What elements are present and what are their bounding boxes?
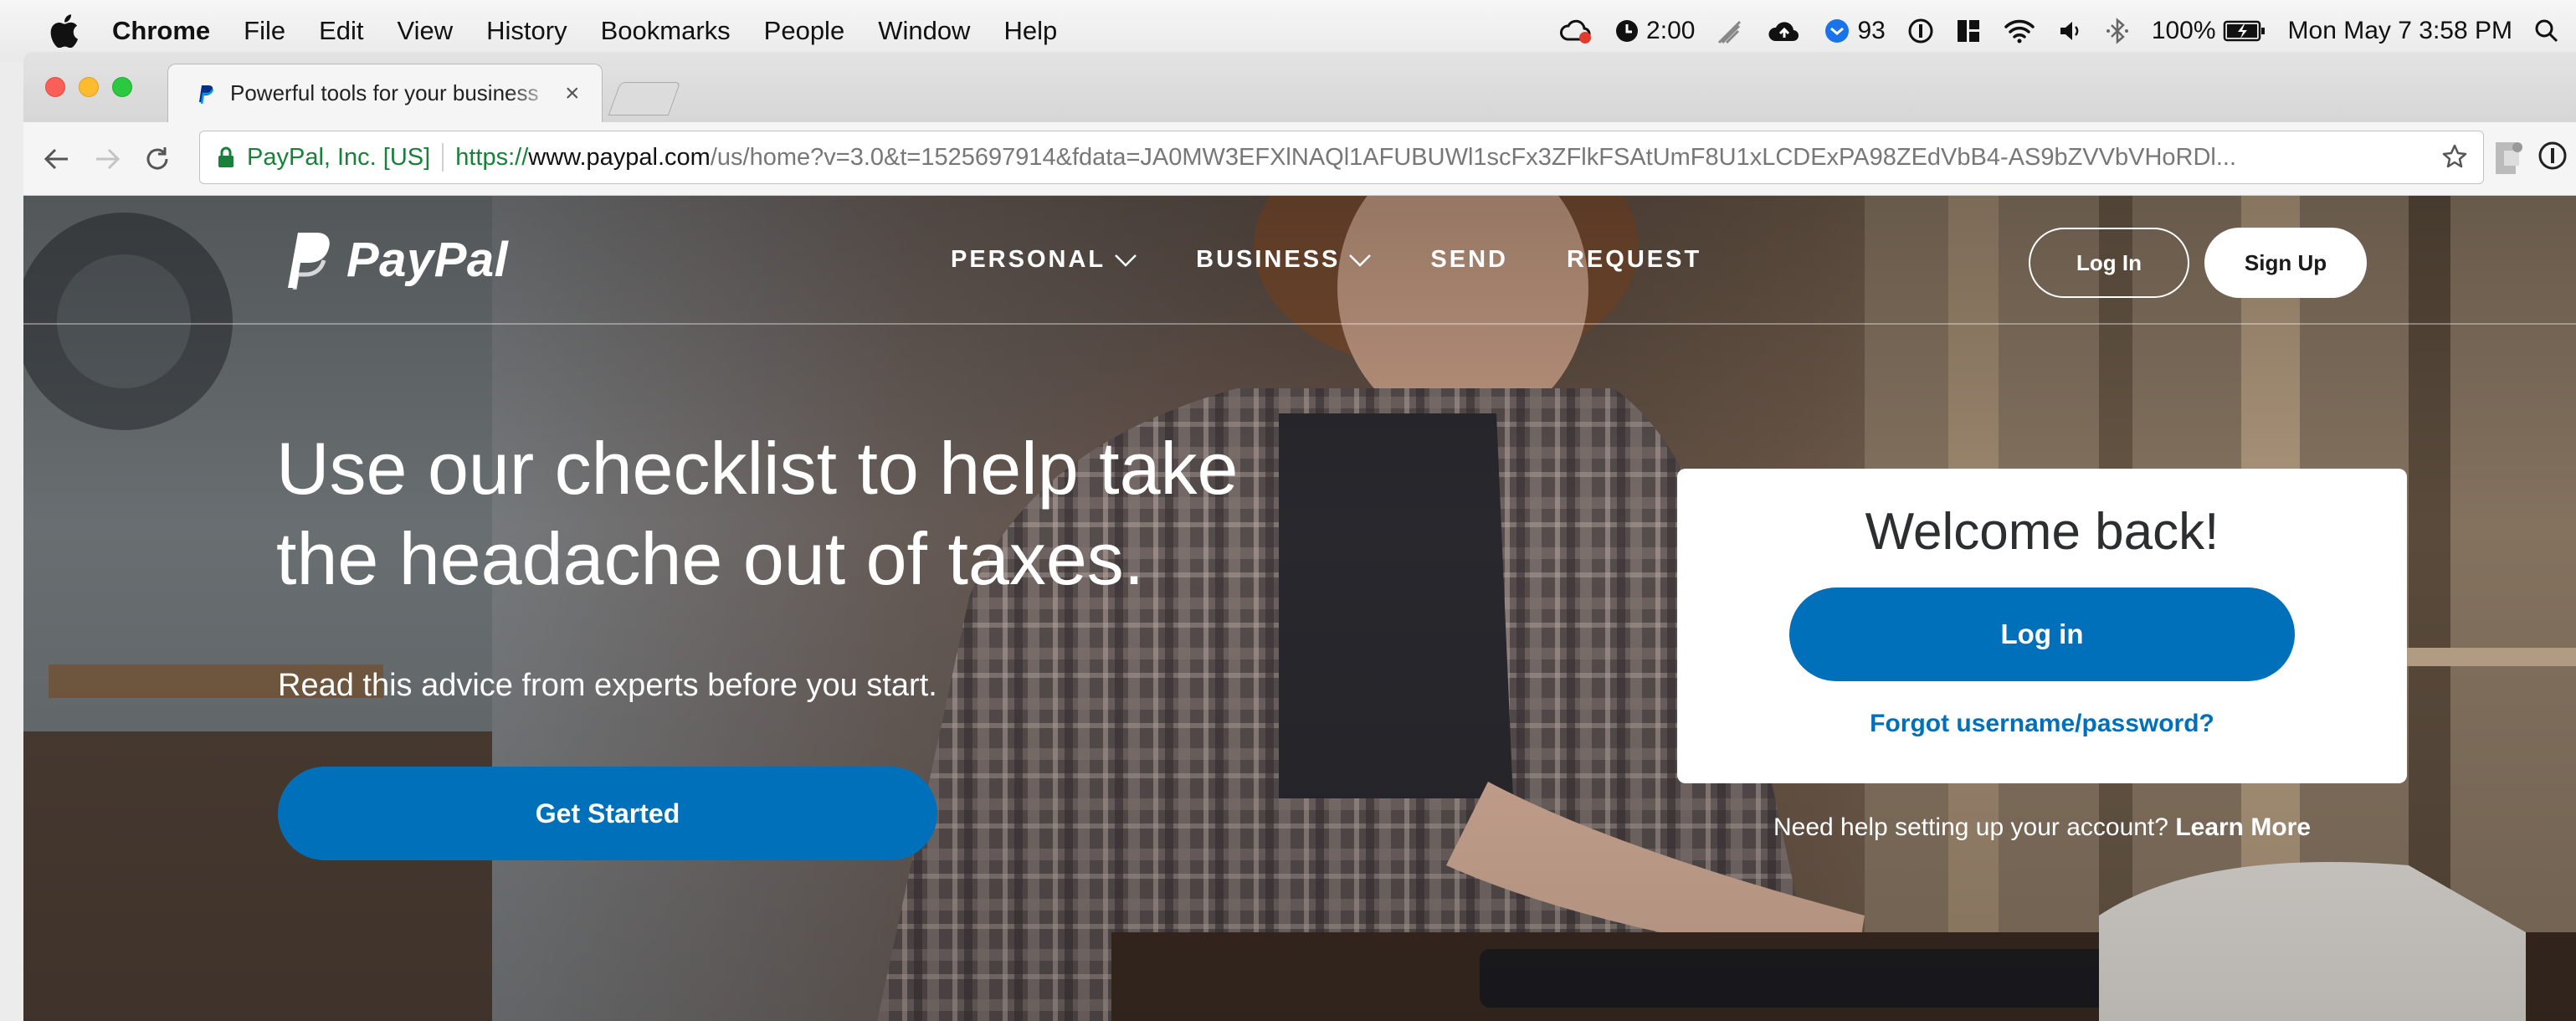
tab-paypal[interactable]: Powerful tools for your business × bbox=[167, 64, 603, 122]
nav-personal-label: PERSONAL bbox=[951, 246, 1106, 273]
hero-title-line-1: Use our checklist to help take bbox=[276, 427, 1239, 510]
menu-bookmarks[interactable]: Bookmarks bbox=[601, 16, 731, 46]
header-login-button[interactable]: Log In bbox=[2029, 228, 2189, 298]
back-button[interactable] bbox=[32, 134, 82, 184]
menu-window[interactable]: Window bbox=[878, 16, 970, 46]
notification-badge[interactable]: 93 bbox=[1824, 17, 1886, 45]
hero-title-line-2: the headache out of taxes. bbox=[276, 517, 1145, 600]
arrow-left-icon bbox=[44, 148, 68, 169]
login-button[interactable]: Log in bbox=[1789, 587, 2295, 681]
help-text: Need help setting up your account? bbox=[1773, 813, 2168, 841]
address-separator bbox=[442, 143, 444, 172]
chevron-down-icon bbox=[1115, 254, 1137, 267]
tab-title: Powerful tools for your business bbox=[230, 80, 539, 105]
forgot-credentials-link[interactable]: Forgot username/password? bbox=[1677, 710, 2407, 738]
window-controls bbox=[45, 77, 132, 97]
extension-info-icon[interactable] bbox=[2538, 141, 2568, 175]
window-close-button[interactable] bbox=[45, 77, 65, 97]
nav-request-label: REQUEST bbox=[1566, 246, 1702, 273]
lock-icon[interactable] bbox=[217, 146, 235, 169]
hero-subtitle: Read this advice from experts before you… bbox=[278, 668, 937, 703]
menu-people[interactable]: People bbox=[764, 16, 845, 46]
bookmark-star-icon[interactable] bbox=[2438, 140, 2471, 173]
menu-help[interactable]: Help bbox=[1003, 16, 1057, 46]
url-path: /us/home?v=3.0&t=1525697914&fdata=JA0MW3… bbox=[710, 143, 2237, 171]
address-bar[interactable]: PayPal, Inc. [US] https:// www.paypal.co… bbox=[199, 131, 2484, 184]
creative-cloud-icon[interactable] bbox=[1559, 18, 1593, 44]
nav-request[interactable]: REQUEST bbox=[1567, 246, 1701, 274]
header-signup-button[interactable]: Sign Up bbox=[2204, 228, 2367, 298]
menu-edit[interactable]: Edit bbox=[319, 16, 363, 46]
reload-button[interactable] bbox=[132, 134, 182, 184]
paypal-logo-icon bbox=[288, 233, 330, 290]
onepassword-icon[interactable] bbox=[1907, 18, 1934, 44]
get-started-button[interactable]: Get Started bbox=[278, 767, 937, 860]
main-nav: PERSONAL BUSINESS SEND REQUEST bbox=[951, 246, 1701, 274]
tab-strip: Powerful tools for your business × bbox=[23, 52, 2576, 122]
wifi-icon[interactable] bbox=[2003, 18, 2036, 44]
page-content: PayPal PERSONAL BUSINESS SEND REQUEST Lo… bbox=[23, 196, 2576, 1021]
hero-title: Use our checklist to help take the heada… bbox=[276, 423, 1364, 604]
menu-app-chrome[interactable]: Chrome bbox=[112, 16, 210, 46]
forward-button[interactable] bbox=[82, 134, 132, 184]
welcome-heading: Welcome back! bbox=[1865, 503, 2219, 561]
nav-business-label: BUSINESS bbox=[1196, 246, 1341, 273]
nav-send[interactable]: SEND bbox=[1430, 246, 1508, 274]
tab-close-button[interactable]: × bbox=[565, 80, 580, 108]
site-header: PayPal PERSONAL BUSINESS SEND REQUEST Lo… bbox=[23, 196, 2576, 325]
apple-icon[interactable] bbox=[50, 13, 84, 49]
extension-icon[interactable] bbox=[2492, 137, 2526, 179]
mail-check-icon bbox=[1825, 19, 1850, 43]
logo-wordmark: PayPal bbox=[346, 232, 509, 287]
login-card: Welcome back! Log in Forgot username/pas… bbox=[1677, 469, 2407, 783]
battery-charging-icon bbox=[2223, 20, 2265, 42]
spotlight-search-icon[interactable] bbox=[2534, 18, 2559, 44]
bluetooth-icon[interactable] bbox=[2105, 18, 2130, 44]
url-scheme: https:// bbox=[455, 143, 529, 171]
paypal-logo[interactable]: PayPal bbox=[280, 229, 508, 290]
nav-send-label: SEND bbox=[1430, 246, 1508, 273]
badge-count: 93 bbox=[1857, 17, 1886, 44]
volume-icon[interactable] bbox=[2058, 18, 2083, 44]
menu-file[interactable]: File bbox=[244, 16, 285, 46]
battery-percent: 100% bbox=[2151, 17, 2216, 44]
clock[interactable]: Mon May 7 3:58 PM bbox=[2288, 17, 2512, 45]
new-tab-button[interactable] bbox=[608, 82, 681, 115]
nav-personal[interactable]: PERSONAL bbox=[951, 246, 1137, 274]
chevron-down-icon bbox=[1349, 254, 1372, 267]
arrow-right-icon bbox=[96, 148, 121, 169]
paypal-favicon-icon bbox=[199, 85, 214, 104]
account-help-text: Need help setting up your account? Learn… bbox=[1677, 813, 2407, 842]
timer-text: 2:00 bbox=[1646, 17, 1696, 44]
battery-status[interactable]: 100% bbox=[2152, 17, 2266, 45]
reload-icon bbox=[146, 146, 168, 170]
cloud-upload-icon[interactable] bbox=[1767, 18, 1802, 44]
layout-icon[interactable] bbox=[1956, 18, 1981, 44]
browser-window: Powerful tools for your business × PayPa… bbox=[23, 52, 2576, 1021]
window-minimize-button[interactable] bbox=[79, 77, 99, 97]
url-host: www.paypal.com bbox=[528, 143, 711, 171]
browser-toolbar: PayPal, Inc. [US] https:// www.paypal.co… bbox=[23, 122, 2576, 196]
wifi-signal-icon[interactable] bbox=[1716, 18, 1745, 44]
timer-icon bbox=[1616, 20, 1639, 42]
menu-view[interactable]: View bbox=[398, 16, 454, 46]
learn-more-link[interactable]: Learn More bbox=[2175, 813, 2311, 841]
menu-history[interactable]: History bbox=[486, 16, 567, 46]
timer-status[interactable]: 2:00 bbox=[1614, 17, 1695, 45]
window-maximize-button[interactable] bbox=[112, 77, 132, 97]
secure-org-label[interactable]: PayPal, Inc. [US] bbox=[247, 144, 430, 172]
nav-business[interactable]: BUSINESS bbox=[1196, 246, 1372, 274]
